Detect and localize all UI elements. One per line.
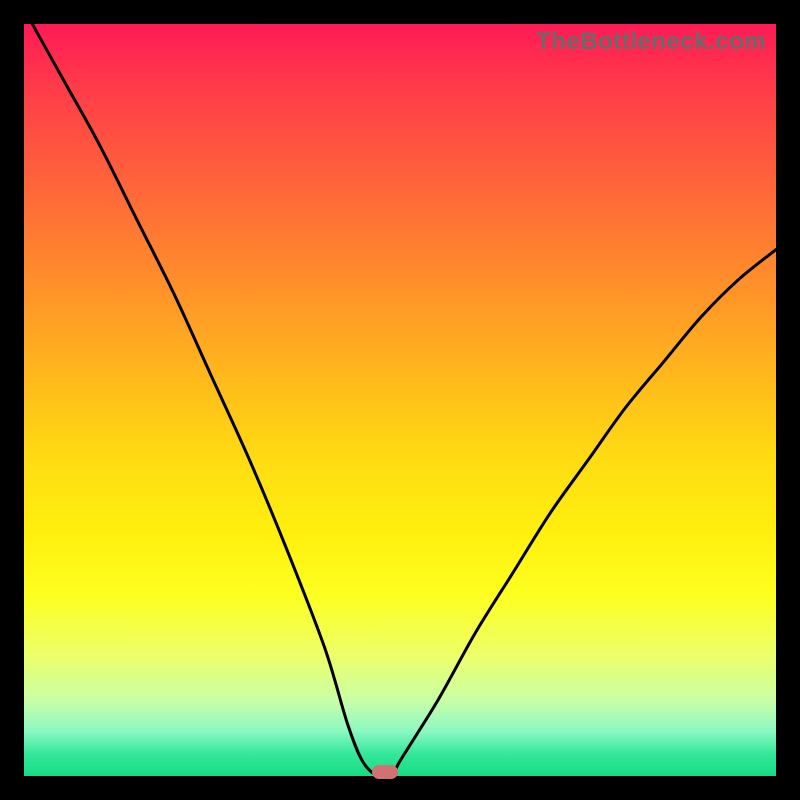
optimal-marker xyxy=(372,765,398,779)
bottleneck-curve xyxy=(24,24,776,776)
chart-frame: TheBottleneck.com xyxy=(0,0,800,800)
plot-area: TheBottleneck.com xyxy=(24,24,776,776)
